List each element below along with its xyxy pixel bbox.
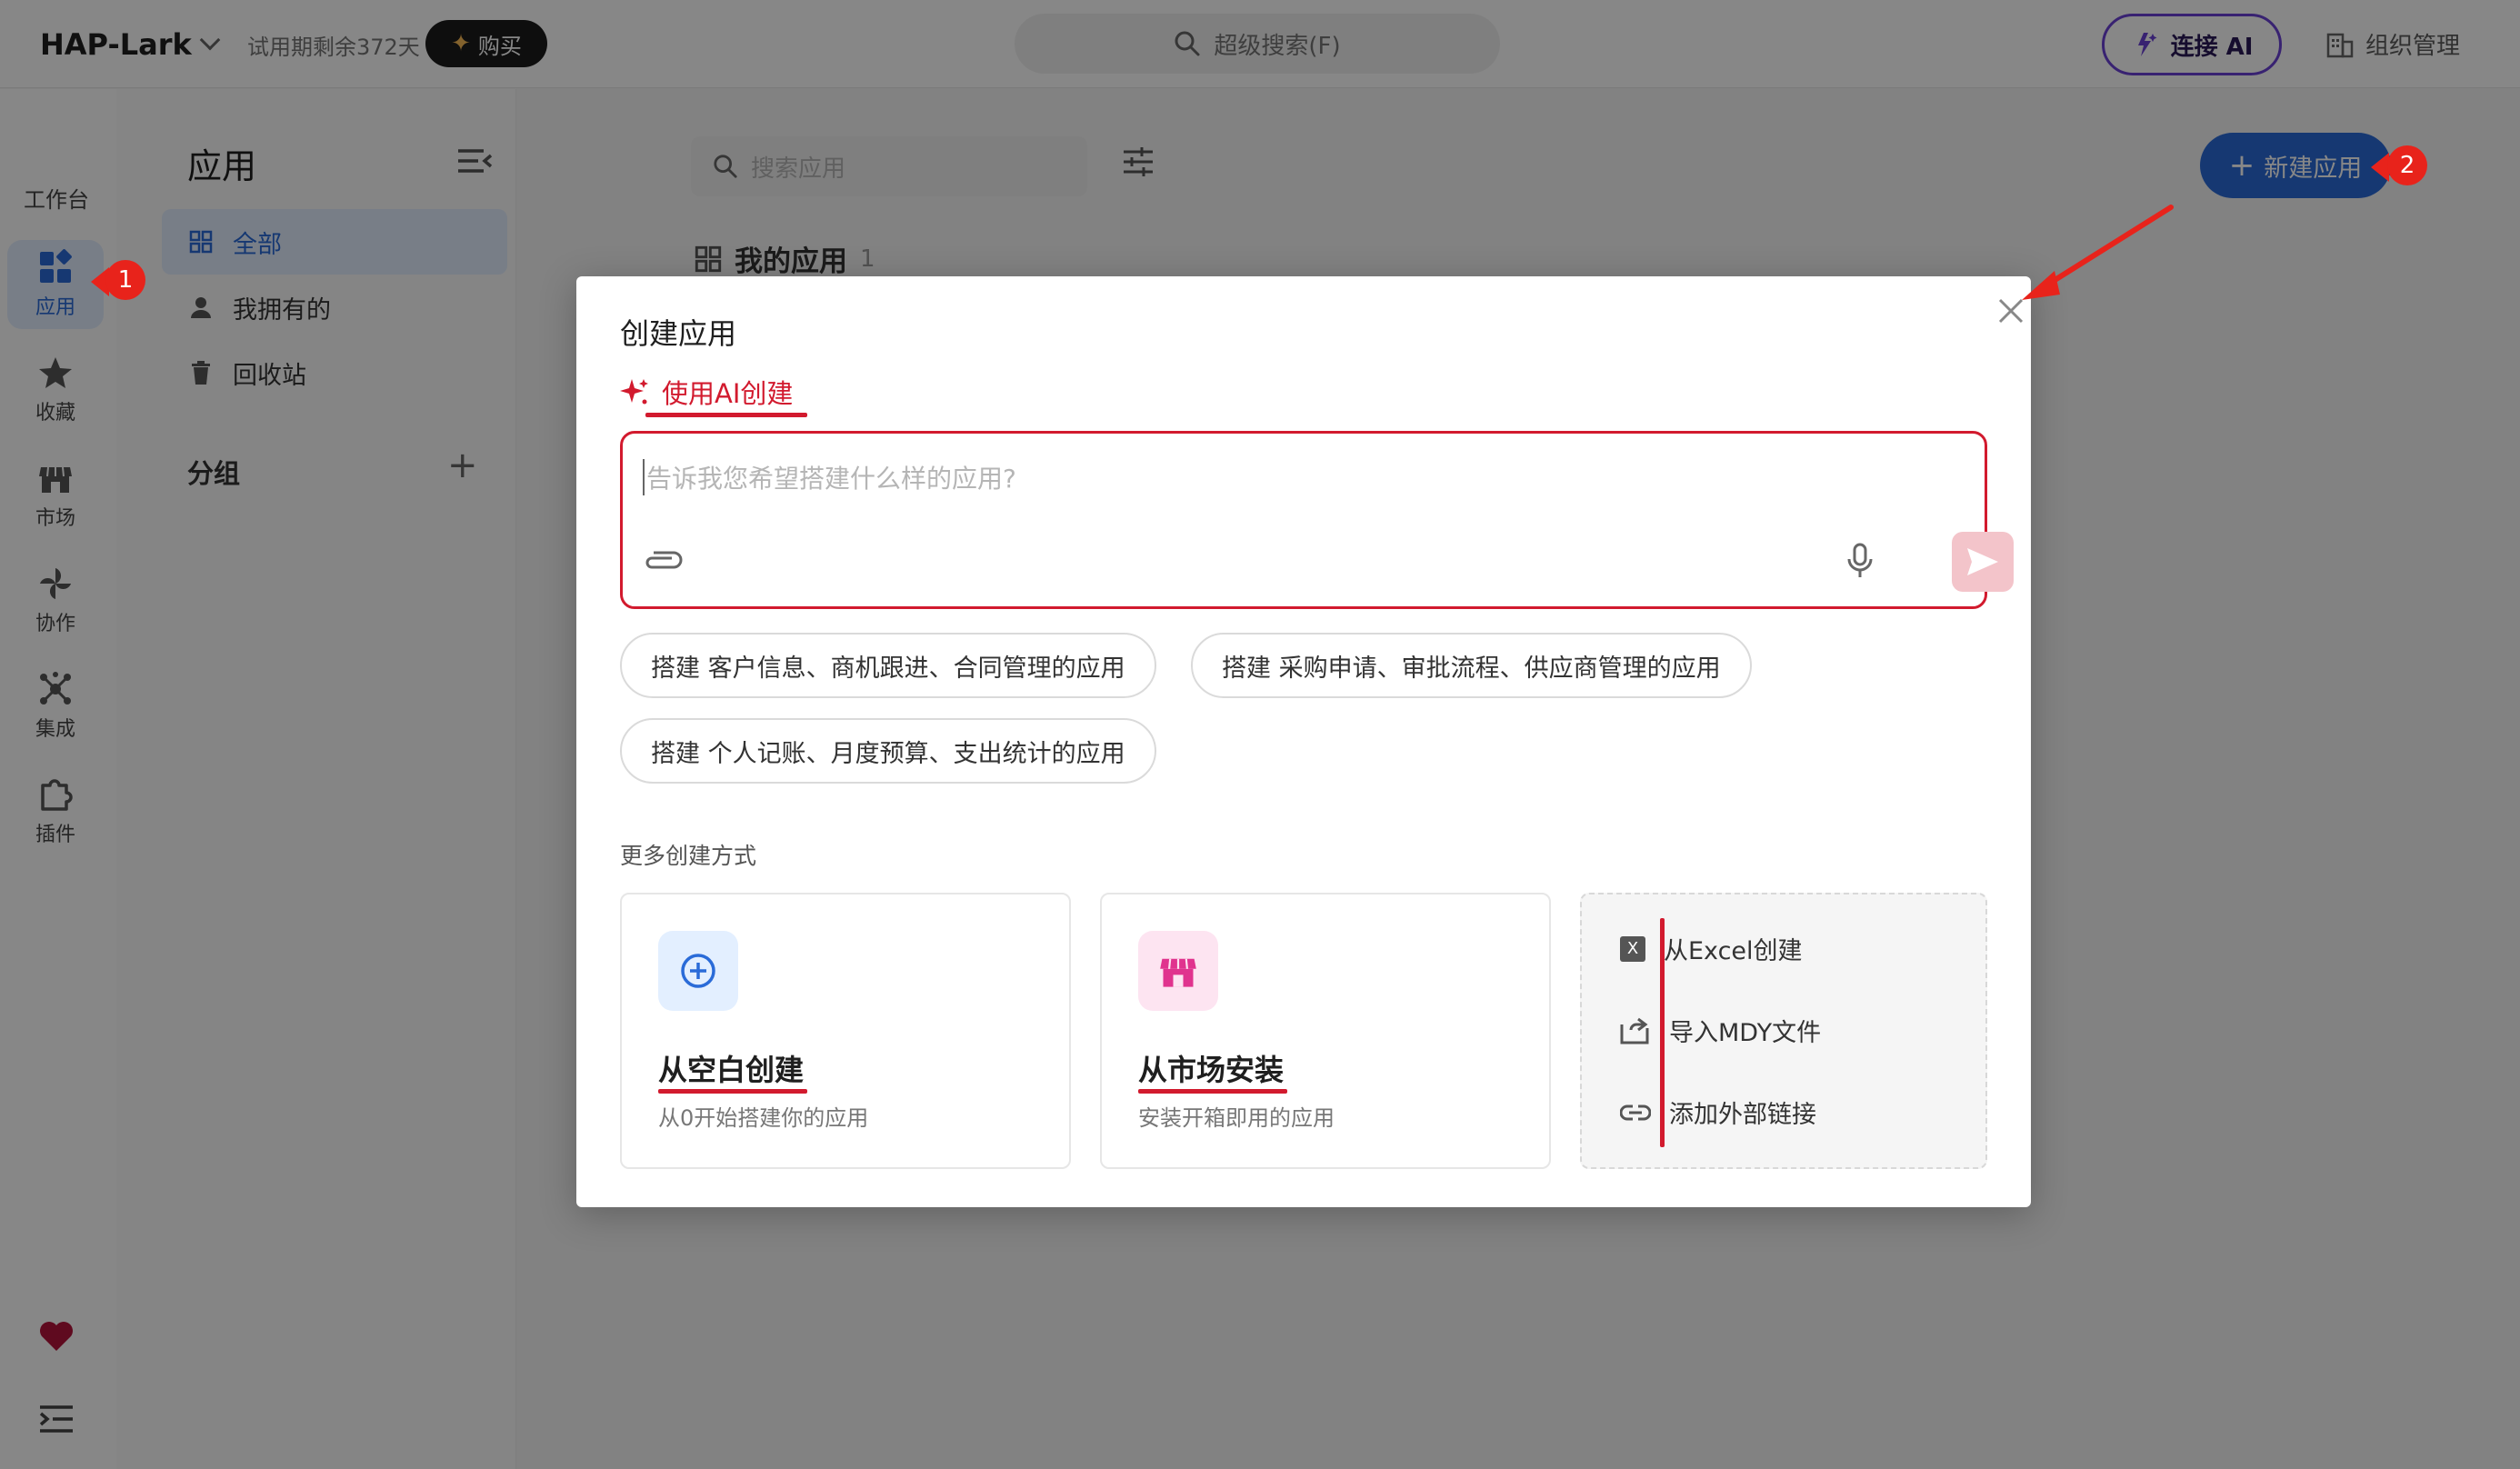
suggestion-chip[interactable]: 搭建 采购申请、审批流程、供应商管理的应用 bbox=[1191, 633, 1752, 698]
suggestion-chip[interactable]: 搭建 个人记账、月度预算、支出统计的应用 bbox=[620, 718, 1156, 784]
tab-ai-create[interactable]: 使用AI创建 bbox=[620, 373, 793, 411]
other-create-options: X 从Excel创建 导入MDY文件 添加外部链接 bbox=[1580, 893, 1987, 1169]
card-title-underline bbox=[658, 1089, 807, 1094]
plus-circle-icon bbox=[658, 931, 738, 1011]
option-import-mdy[interactable]: 导入MDY文件 bbox=[1620, 1013, 1821, 1048]
link-icon bbox=[1620, 1104, 1651, 1120]
create-blank-card[interactable]: 从空白创建 从0开始搭建你的应用 bbox=[620, 893, 1071, 1169]
send-icon bbox=[1967, 548, 1998, 575]
annotation-arrow bbox=[2022, 205, 2174, 300]
option-label: 从Excel创建 bbox=[1664, 937, 1803, 965]
option-label: 导入MDY文件 bbox=[1669, 1019, 1822, 1047]
annotation-badge: 1 bbox=[105, 260, 145, 300]
more-methods-title: 更多创建方式 bbox=[620, 843, 757, 869]
ai-prompt-input[interactable]: 告诉我您希望搭建什么样的应用? bbox=[620, 431, 2014, 609]
ai-prompt-placeholder: 告诉我您希望搭建什么样的应用? bbox=[643, 459, 1016, 495]
suggestion-chip[interactable]: 搭建 客户信息、商机跟进、合同管理的应用 bbox=[620, 633, 1156, 698]
option-add-external-link[interactable]: 添加外部链接 bbox=[1620, 1094, 1816, 1130]
modal-title: 创建应用 bbox=[620, 316, 737, 351]
option-create-from-excel[interactable]: X 从Excel创建 bbox=[1620, 931, 1803, 966]
sparkle-icon bbox=[620, 379, 648, 405]
card-description: 从0开始搭建你的应用 bbox=[658, 1105, 869, 1131]
attachment-icon[interactable] bbox=[643, 550, 683, 570]
card-title: 从空白创建 bbox=[658, 1053, 805, 1087]
microphone-icon[interactable] bbox=[1846, 543, 1874, 579]
excel-icon: X bbox=[1620, 935, 1645, 962]
store-icon bbox=[1138, 931, 1218, 1011]
card-title-underline bbox=[1138, 1089, 1287, 1094]
import-icon bbox=[1620, 1017, 1649, 1044]
tab-ai-create-label: 使用AI创建 bbox=[662, 378, 794, 409]
annotation-badge: 2 bbox=[2387, 145, 2427, 185]
send-button[interactable] bbox=[1952, 532, 2014, 592]
install-from-market-card[interactable]: 从市场安装 安装开箱即用的应用 bbox=[1100, 893, 1551, 1169]
annotation-pointer bbox=[2371, 153, 2389, 182]
card-title: 从市场安装 bbox=[1138, 1053, 1285, 1087]
tab-active-underline bbox=[645, 413, 807, 417]
card-description: 安装开箱即用的应用 bbox=[1138, 1105, 1335, 1131]
create-app-modal: 创建应用 使用AI创建 告诉我您希望搭建什么样的应用? 搭建 客户信息、商机跟进… bbox=[576, 276, 2031, 1207]
option-label: 添加外部链接 bbox=[1669, 1101, 1816, 1129]
